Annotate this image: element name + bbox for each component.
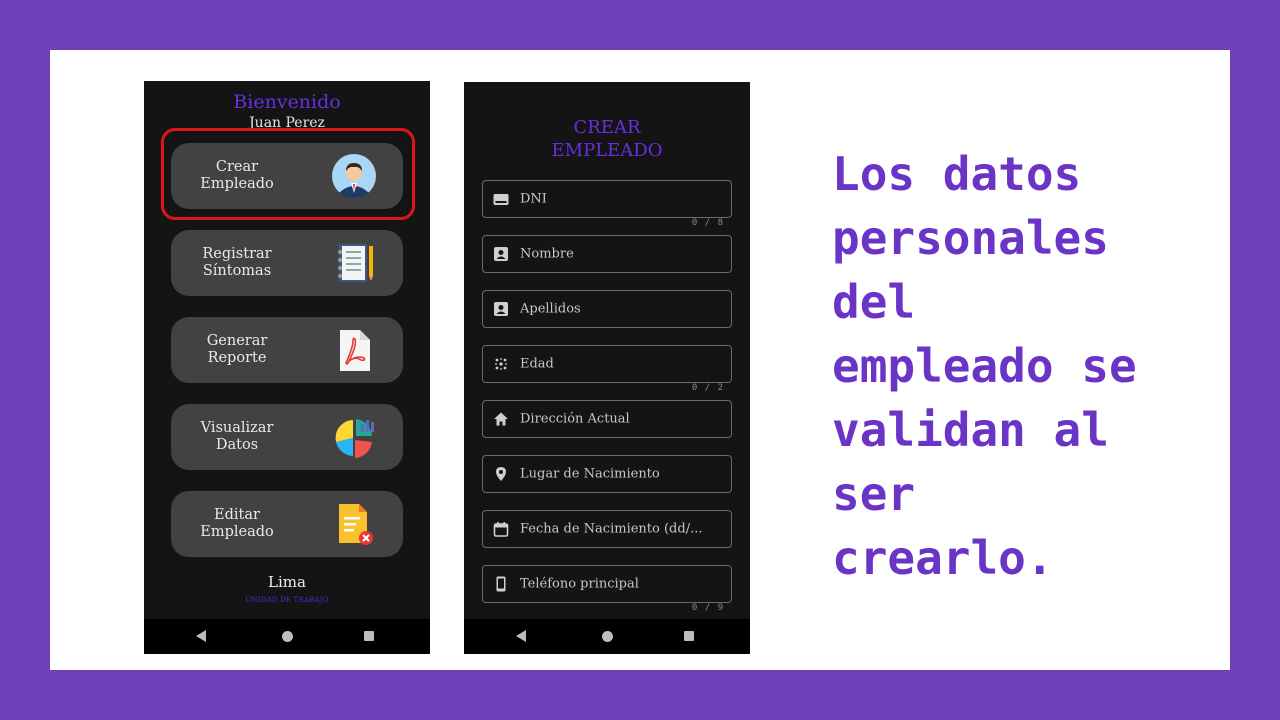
work-unit-label: UNIDAD DE TRABAJO [245, 596, 329, 604]
field-label: Apellidos [520, 301, 581, 317]
notebook-icon [338, 244, 373, 282]
slide-card: Bienvenido Juan Perez Crear Empleado Reg… [50, 50, 1230, 670]
welcome-title: Bienvenido [233, 91, 341, 113]
recent-apps-icon[interactable] [364, 631, 374, 641]
menu-label-line2: Síntomas [202, 263, 272, 279]
recent-apps-icon[interactable] [684, 631, 694, 641]
surname-field[interactable]: Apellidos [482, 290, 732, 328]
edit-employee-button[interactable]: Editar Empleado [171, 491, 403, 557]
register-symptoms-button[interactable]: Registrar Síntomas [171, 230, 403, 296]
field-label: Teléfono principal [520, 576, 639, 592]
age-counter: 0 / 2 [691, 383, 724, 393]
caption-line: del [832, 275, 916, 329]
menu-label: Visualizar Datos [183, 420, 291, 454]
back-icon[interactable] [516, 630, 526, 642]
menu-label-line2: Datos [215, 437, 259, 453]
form-title: CREAR EMPLEADO [464, 116, 750, 162]
menu-label: Editar Empleado [183, 507, 291, 541]
menu-label-line1: Generar [206, 333, 268, 349]
phone-icon [496, 576, 506, 592]
name-field[interactable]: Nombre [482, 235, 732, 273]
caption-line: crearlo. [832, 531, 1054, 585]
caption-line: personales [832, 211, 1109, 265]
selection-highlight [161, 128, 415, 220]
home-screen: Bienvenido Juan Perez Crear Empleado Reg… [144, 81, 430, 654]
pdf-file-icon [340, 330, 370, 371]
home-circle-icon[interactable] [602, 631, 613, 642]
android-nav-bar [144, 619, 430, 654]
work-unit-city: Lima [268, 573, 306, 591]
field-label: Fecha de Nacimiento (dd/... [520, 521, 703, 537]
age-field[interactable]: Edad [482, 345, 732, 383]
field-label: Edad [520, 356, 554, 372]
form-title-line2: EMPLEADO [551, 140, 663, 161]
phone-counter: 0 / 9 [691, 603, 724, 613]
location-pin-icon [496, 467, 506, 481]
address-field[interactable]: Dirección Actual [482, 400, 732, 438]
home-circle-icon[interactable] [282, 631, 293, 642]
caption-line: empleado se [832, 339, 1137, 393]
menu-label-line2: Empleado [200, 524, 274, 540]
calendar-icon [493, 522, 509, 537]
caption-line: ser [832, 467, 916, 521]
generate-report-button[interactable]: Generar Reporte [171, 317, 403, 383]
menu-label: Registrar Síntomas [183, 246, 291, 280]
menu-label-line2: Reporte [207, 350, 267, 366]
contact-icon [494, 247, 508, 261]
form-title-line1: CREAR [573, 117, 641, 138]
caption-line: validan al [832, 403, 1109, 457]
slide-caption: Los datos personales del empleado se val… [832, 142, 1212, 590]
view-data-button[interactable]: Visualizar Datos [171, 404, 403, 470]
menu-label-line1: Visualizar [200, 420, 274, 436]
create-employee-screen: CREAR EMPLEADO DNI 0 / 8 Nombre Apellido… [464, 82, 750, 654]
dni-field[interactable]: DNI [482, 180, 732, 218]
back-icon[interactable] [196, 630, 206, 642]
menu-label: Generar Reporte [183, 333, 291, 367]
home-icon [494, 412, 508, 426]
birthdate-field[interactable]: Fecha de Nacimiento (dd/... [482, 510, 732, 548]
dni-counter: 0 / 8 [691, 218, 724, 228]
menu-label-line1: Registrar [202, 246, 272, 262]
birthplace-field[interactable]: Lugar de Nacimiento [482, 455, 732, 493]
field-label: Lugar de Nacimiento [520, 466, 660, 482]
pie-chart-icon [335, 419, 374, 458]
document-delete-icon [339, 504, 373, 545]
contact-icon [494, 302, 508, 316]
dots-grid-icon [495, 358, 507, 370]
field-label: Dirección Actual [520, 411, 630, 427]
menu-label-line1: Editar [214, 507, 260, 523]
field-label: Nombre [520, 246, 574, 262]
caption-line: Los datos [832, 147, 1082, 201]
android-nav-bar [464, 619, 750, 654]
card-icon [493, 194, 509, 205]
phone-field[interactable]: Teléfono principal [482, 565, 732, 603]
field-label: DNI [520, 191, 547, 207]
